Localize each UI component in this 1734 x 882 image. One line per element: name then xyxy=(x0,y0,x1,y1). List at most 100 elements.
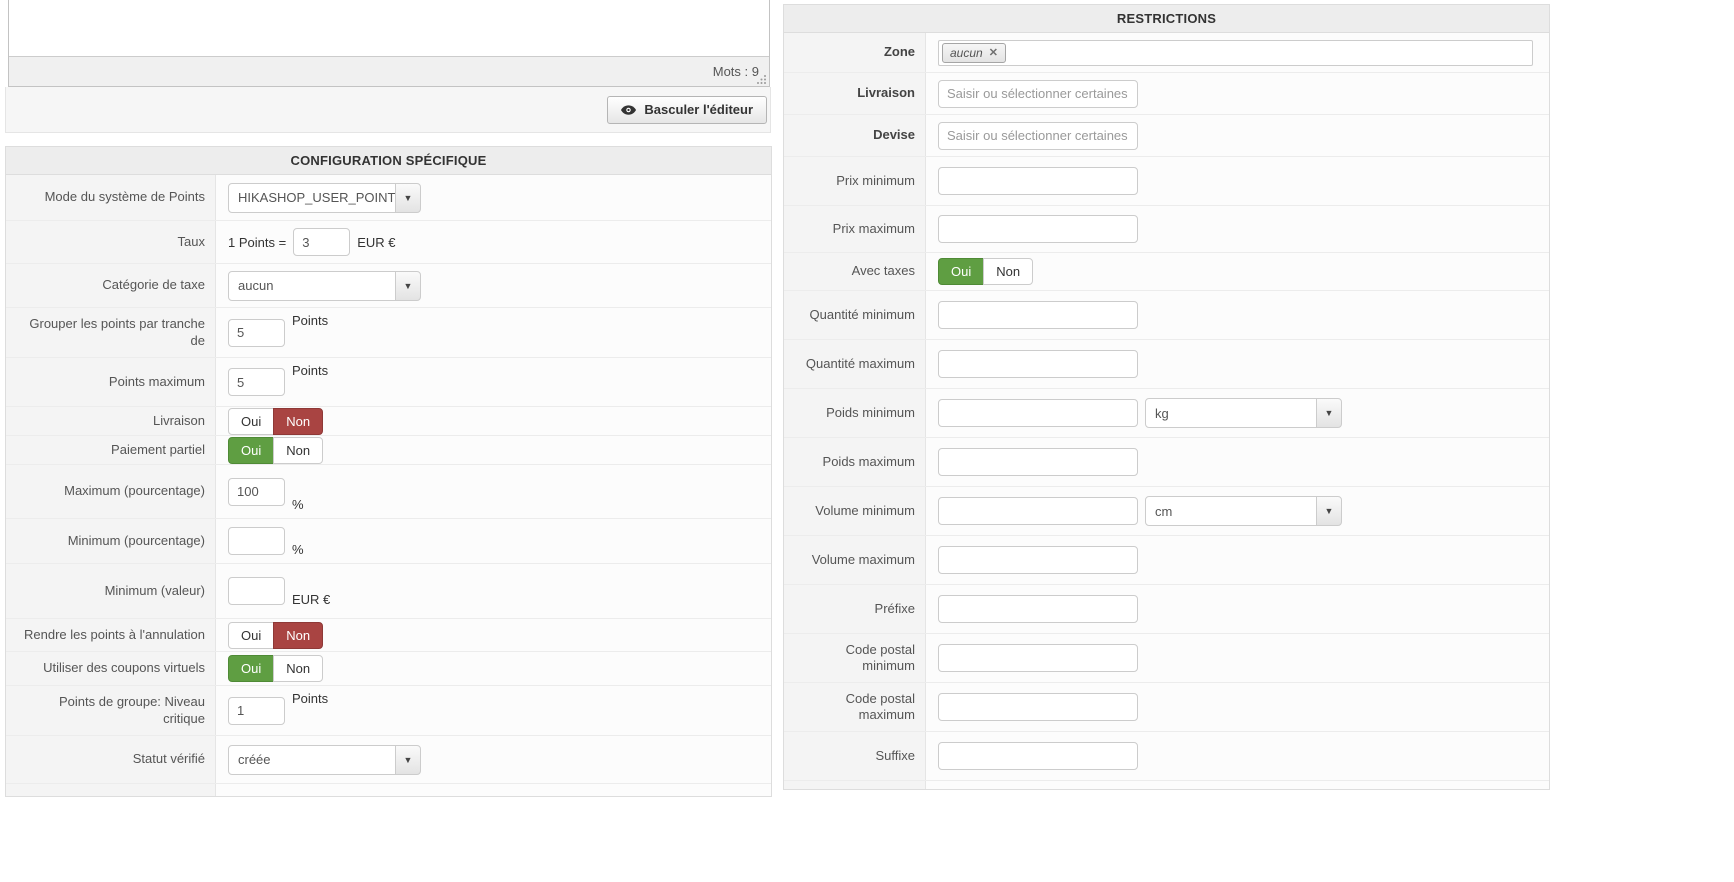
weight-min-input[interactable] xyxy=(938,399,1138,427)
restrictions-column: RESTRICTIONS Zone aucun ✕ Livraison Devi… xyxy=(783,4,1550,790)
points-max-input[interactable] xyxy=(228,368,285,396)
min-value-input[interactable] xyxy=(228,577,285,605)
rate-label: Taux xyxy=(6,221,216,263)
remove-tag-icon[interactable]: ✕ xyxy=(989,46,998,59)
volume-unit-value: cm xyxy=(1145,496,1317,526)
suffix-label: Suffixe xyxy=(784,732,926,780)
virtual-coupons-yes-button[interactable]: Oui xyxy=(228,655,274,682)
group-points-label: Grouper les points par tranche de xyxy=(6,308,216,357)
row-zip-max: Code postal maximum xyxy=(784,683,1549,732)
virtual-coupons-toggle: Oui Non xyxy=(228,655,323,682)
price-max-input[interactable] xyxy=(938,215,1138,243)
row-group-critical: Points de groupe: Niveau critique Points xyxy=(6,686,771,736)
row-zone: Zone aucun ✕ xyxy=(784,33,1549,73)
price-min-input[interactable] xyxy=(938,167,1138,195)
tax-category-select[interactable]: aucun ▼ xyxy=(228,271,421,301)
weight-max-label: Poids maximum xyxy=(784,438,926,486)
row-verified-status: Statut vérifié créée ▼ xyxy=(6,736,771,784)
row-currency: Devise xyxy=(784,115,1549,157)
points-mode-select[interactable]: HIKASHOP_USER_POINTS ▼ xyxy=(228,183,421,213)
group-points-input[interactable] xyxy=(228,319,285,347)
with-taxes-label: Avec taxes xyxy=(784,253,926,290)
row-price-min: Prix minimum xyxy=(784,157,1549,206)
chevron-down-icon[interactable]: ▼ xyxy=(1316,496,1342,526)
group-critical-unit: Points xyxy=(292,691,328,706)
refund-points-no-button[interactable]: Non xyxy=(273,622,323,649)
verified-status-select[interactable]: créée ▼ xyxy=(228,745,421,775)
refund-points-yes-button[interactable]: Oui xyxy=(228,622,274,649)
price-max-label: Prix maximum xyxy=(784,206,926,252)
with-taxes-no-button[interactable]: Non xyxy=(983,258,1033,285)
row-group-points: Grouper les points par tranche de Points xyxy=(6,308,771,358)
virtual-coupons-label: Utiliser des coupons virtuels xyxy=(6,652,216,685)
currency-input[interactable] xyxy=(938,122,1138,150)
qty-min-label: Quantité minimum xyxy=(784,291,926,339)
zip-max-input[interactable] xyxy=(938,693,1138,721)
zone-tag-input[interactable]: aucun ✕ xyxy=(938,40,1533,66)
row-weight-max: Poids maximum xyxy=(784,438,1549,487)
config-panel: CONFIGURATION SPÉCIFIQUE Mode du système… xyxy=(5,146,772,797)
min-percentage-unit: % xyxy=(292,542,304,557)
refund-points-label: Rendre les points à l'annulation xyxy=(6,619,216,651)
partial-payment-no-button[interactable]: Non xyxy=(273,437,323,464)
tax-category-select-value: aucun xyxy=(228,271,396,301)
verified-status-label: Statut vérifié xyxy=(6,736,216,783)
volume-min-input[interactable] xyxy=(938,497,1138,525)
points-max-unit: Points xyxy=(292,363,328,378)
row-partial-payment: Paiement partiel Oui Non xyxy=(6,436,771,465)
weight-max-input[interactable] xyxy=(938,448,1138,476)
shipping-toggle-label: Livraison xyxy=(6,407,216,435)
points-max-label: Points maximum xyxy=(6,358,216,406)
word-count: Mots : 9 xyxy=(713,64,759,79)
points-mode-select-value: HIKASHOP_USER_POINTS xyxy=(228,183,396,213)
row-suffix: Suffixe xyxy=(784,732,1549,781)
virtual-coupons-no-button[interactable]: Non xyxy=(273,655,323,682)
row-volume-max: Volume maximum xyxy=(784,536,1549,585)
shipping-restriction-input[interactable] xyxy=(938,80,1138,108)
qty-min-input[interactable] xyxy=(938,301,1138,329)
row-min-value: Minimum (valeur) EUR € xyxy=(6,564,771,619)
row-min-percentage: Minimum (pourcentage) % xyxy=(6,519,771,564)
row-points-max: Points maximum Points xyxy=(6,358,771,407)
chevron-down-icon[interactable]: ▼ xyxy=(395,271,421,301)
prefix-input[interactable] xyxy=(938,595,1138,623)
rate-prefix: 1 Points = xyxy=(228,235,286,250)
with-taxes-toggle: Oui Non xyxy=(938,258,1033,285)
min-value-unit: EUR € xyxy=(292,592,330,607)
row-volume-min: Volume minimum cm ▼ xyxy=(784,487,1549,536)
row-shipping-restriction: Livraison xyxy=(784,73,1549,115)
row-weight-min: Poids minimum kg ▼ xyxy=(784,389,1549,438)
volume-unit-select[interactable]: cm ▼ xyxy=(1145,496,1342,526)
group-critical-input[interactable] xyxy=(228,697,285,725)
zone-label: Zone xyxy=(784,33,926,72)
shipping-no-button[interactable]: Non xyxy=(273,408,323,435)
qty-max-input[interactable] xyxy=(938,350,1138,378)
zone-tag: aucun ✕ xyxy=(942,43,1006,63)
min-percentage-input[interactable] xyxy=(228,527,285,555)
row-rate: Taux 1 Points = EUR € xyxy=(6,221,771,264)
volume-max-input[interactable] xyxy=(938,546,1138,574)
row-max-percentage: Maximum (pourcentage) % xyxy=(6,465,771,519)
toggle-editor-label: Basculer l'éditeur xyxy=(644,102,753,117)
volume-max-label: Volume maximum xyxy=(784,536,926,584)
partial-payment-yes-button[interactable]: Oui xyxy=(228,437,274,464)
toggle-editor-button[interactable]: Basculer l'éditeur xyxy=(607,96,767,124)
rate-input[interactable] xyxy=(293,228,350,256)
chevron-down-icon[interactable]: ▼ xyxy=(395,745,421,775)
with-taxes-yes-button[interactable]: Oui xyxy=(938,258,984,285)
chevron-down-icon[interactable]: ▼ xyxy=(395,183,421,213)
resize-grip-icon[interactable] xyxy=(756,74,767,85)
editor-text-area[interactable] xyxy=(9,0,769,57)
row-virtual-coupons: Utiliser des coupons virtuels Oui Non xyxy=(6,652,771,686)
shipping-yes-button[interactable]: Oui xyxy=(228,408,274,435)
row-refund-points: Rendre les points à l'annulation Oui Non xyxy=(6,619,771,652)
zip-min-input[interactable] xyxy=(938,644,1138,672)
currency-label: Devise xyxy=(784,115,926,156)
suffix-input[interactable] xyxy=(938,742,1138,770)
zip-min-label: Code postal minimum xyxy=(784,634,926,682)
weight-unit-select[interactable]: kg ▼ xyxy=(1145,398,1342,428)
chevron-down-icon[interactable]: ▼ xyxy=(1316,398,1342,428)
refund-points-toggle: Oui Non xyxy=(228,622,323,649)
row-shipping-toggle: Livraison Oui Non xyxy=(6,407,771,436)
max-percentage-input[interactable] xyxy=(228,478,285,506)
